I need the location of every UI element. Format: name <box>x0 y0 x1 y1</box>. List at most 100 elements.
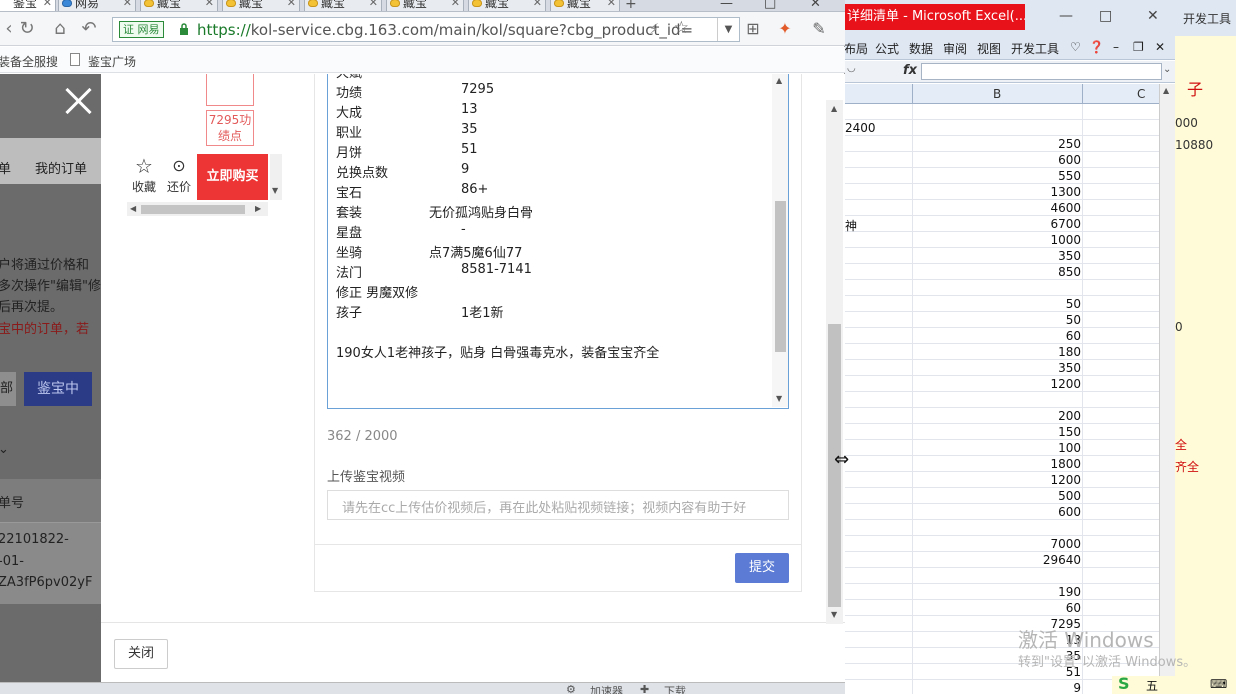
tab-netease[interactable]: 网易 ✕ <box>58 0 136 11</box>
bookmark-equipment-search[interactable]: 装备全服搜 <box>0 53 58 70</box>
spreadsheet-row[interactable]: 600 <box>845 504 1163 520</box>
download-icon[interactable]: ✚ <box>640 683 649 694</box>
spreadsheet-row[interactable]: 60 <box>845 328 1163 344</box>
description-textarea[interactable]: 天赋60功绩7295大成13职业35月饼51兑换点数9宝石86+套装无价孤鸿贴身… <box>327 74 789 409</box>
ribbon-tab-developer[interactable]: 开发工具 <box>1011 40 1059 57</box>
developer-tools-label[interactable]: 开发工具 <box>1183 10 1231 27</box>
cell-b[interactable]: 600 <box>1058 505 1081 519</box>
namebox-dropdown-icon[interactable]: ◡ <box>847 63 856 74</box>
scroll-up-icon[interactable]: ▲ <box>776 76 782 85</box>
cell-b[interactable]: 7000 <box>1050 537 1081 551</box>
url-text[interactable]: https://kol-service.cbg.163.com/main/kol… <box>197 21 693 39</box>
scroll-right-icon[interactable]: ▶ <box>255 204 261 213</box>
spreadsheet-row[interactable]: 2400 <box>845 120 1163 136</box>
ime-icon[interactable]: S <box>1118 674 1130 693</box>
ribbon-tab-view[interactable]: 视图 <box>977 40 1001 57</box>
bargain-button[interactable]: ⊙ 还价 <box>162 154 196 200</box>
accelerator-icon[interactable]: ⚙ <box>566 683 576 694</box>
spreadsheet-row[interactable]: 1200 <box>845 472 1163 488</box>
undo-icon[interactable]: ↶ <box>78 18 100 40</box>
ime-mode-icon[interactable]: 五 <box>1146 677 1158 694</box>
cell-b[interactable]: 1300 <box>1050 185 1081 199</box>
spreadsheet-row[interactable]: 1800 <box>845 456 1163 472</box>
cell-b[interactable]: 850 <box>1058 265 1081 279</box>
tab-cbg-5[interactable]: 藏宝 ✕ <box>468 0 546 11</box>
fx-icon[interactable]: fx <box>903 63 917 78</box>
tab-cbg-2[interactable]: 藏宝 ✕ <box>222 0 300 11</box>
column-header-c[interactable]: C <box>1137 87 1145 101</box>
refresh-icon[interactable]: ↻ <box>16 18 38 40</box>
ribbon-tab-formulas[interactable]: 公式 <box>875 40 899 57</box>
spreadsheet-row[interactable]: 550 <box>845 168 1163 184</box>
spreadsheet-row[interactable]: 1300 <box>845 184 1163 200</box>
scroll-thumb[interactable] <box>775 201 786 352</box>
download-label[interactable]: 下载 <box>664 683 686 694</box>
textarea-scrollbar[interactable]: ▲ ▼ <box>772 74 788 407</box>
column-header-b[interactable]: B <box>993 87 1001 101</box>
spreadsheet-row[interactable]: 4600 <box>845 200 1163 216</box>
game-controller-icon[interactable]: ✦ <box>774 18 796 40</box>
keyboard-icon[interactable]: ⌨ <box>1210 677 1227 691</box>
close-workbook-icon[interactable]: ✕ <box>1155 40 1165 54</box>
ribbon-tab-layout[interactable]: 布局 <box>845 40 868 57</box>
cell-b[interactable]: 1200 <box>1050 473 1081 487</box>
scroll-thumb[interactable] <box>141 205 245 214</box>
cell-b[interactable]: 250 <box>1058 137 1081 151</box>
spreadsheet-row[interactable]: 350 <box>845 248 1163 264</box>
spreadsheet-row[interactable]: 100 <box>845 440 1163 456</box>
spreadsheet-row[interactable] <box>845 392 1163 408</box>
tab-close-icon[interactable]: ✕ <box>205 0 214 10</box>
cell-b[interactable]: 190 <box>1058 585 1081 599</box>
scroll-down-icon[interactable]: ▼ <box>272 186 278 195</box>
apps-grid-icon[interactable]: ⊞ <box>742 18 764 40</box>
cell-b[interactable]: 29640 <box>1043 553 1081 567</box>
cell-b[interactable]: 350 <box>1058 249 1081 263</box>
spreadsheet-row[interactable] <box>845 280 1163 296</box>
spreadsheet-row[interactable] <box>845 568 1163 584</box>
filter-all-button[interactable]: 部 <box>0 372 16 406</box>
scroll-down-icon[interactable]: ▼ <box>831 610 837 619</box>
scroll-up-icon[interactable]: ▲ <box>831 104 837 113</box>
minimize-icon[interactable]: — <box>720 0 733 11</box>
chevron-down-icon[interactable]: ♡ <box>1070 40 1081 54</box>
scroll-up-icon[interactable]: ▲ <box>1163 86 1169 95</box>
cell-b[interactable]: 500 <box>1058 489 1081 503</box>
tools-wrench-icon[interactable]: ✎ <box>808 18 830 40</box>
spreadsheet-row[interactable]: 180 <box>845 344 1163 360</box>
ribbon-tab-review[interactable]: 审阅 <box>943 40 967 57</box>
minimize-icon[interactable]: — <box>1059 8 1073 24</box>
spreadsheet-row[interactable]: 500 <box>845 488 1163 504</box>
spreadsheet-row[interactable]: 50 <box>845 296 1163 312</box>
tab-cbg-4[interactable]: 藏宝 ✕ <box>386 0 464 11</box>
cell-b[interactable]: 350 <box>1058 361 1081 375</box>
tab-my-orders[interactable]: 我的订单 <box>35 158 87 177</box>
cell-b[interactable]: 100 <box>1058 441 1081 455</box>
formula-input[interactable] <box>921 63 1162 80</box>
close-button[interactable]: 关闭 <box>114 639 168 669</box>
tab-cbg-1[interactable]: 藏宝 ✕ <box>140 0 218 11</box>
spreadsheet-row[interactable]: 50 <box>845 312 1163 328</box>
minimize-ribbon-icon[interactable]: – <box>1113 40 1119 54</box>
cell-b[interactable]: 180 <box>1058 345 1081 359</box>
home-icon[interactable]: ⌂ <box>49 18 71 40</box>
cell-b[interactable]: 6700 <box>1050 217 1081 231</box>
spreadsheet-row[interactable] <box>845 104 1163 120</box>
spreadsheet-row[interactable]: 250 <box>845 136 1163 152</box>
tab-close-icon[interactable]: ✕ <box>451 0 460 10</box>
maximize-icon[interactable]: □ <box>1099 8 1112 24</box>
cell-b[interactable]: 60 <box>1066 329 1081 343</box>
certificate-badge[interactable]: 证 网易 <box>119 21 164 38</box>
spreadsheet-row[interactable]: 29640 <box>845 552 1163 568</box>
spreadsheet-row[interactable]: 7000 <box>845 536 1163 552</box>
tab-cbg-3[interactable]: 藏宝 ✕ <box>304 0 382 11</box>
address-bar[interactable]: 证 网易 https://kol-service.cbg.163.com/mai… <box>112 17 740 42</box>
ribbon-tab-data[interactable]: 数据 <box>909 40 933 57</box>
formula-expand-icon[interactable]: ⌄ <box>1163 64 1171 75</box>
tab-close-icon[interactable]: ✕ <box>533 0 542 10</box>
spreadsheet-row[interactable]: 600 <box>845 152 1163 168</box>
cell-b[interactable]: 150 <box>1058 425 1081 439</box>
buy-now-button[interactable]: 立即购买 <box>197 154 268 200</box>
spreadsheet-row[interactable]: 60 <box>845 600 1163 616</box>
cell-b[interactable]: 1200 <box>1050 377 1081 391</box>
tab-close-icon[interactable]: ✕ <box>123 0 132 10</box>
